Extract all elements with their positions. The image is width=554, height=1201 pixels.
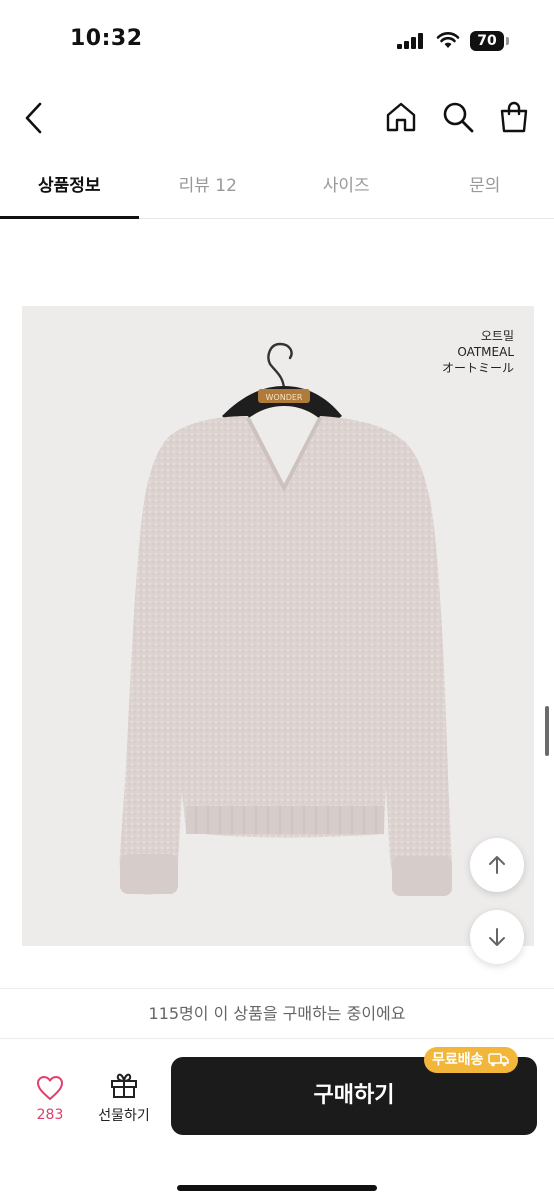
search-icon[interactable] — [441, 100, 475, 134]
gift-button[interactable]: 선물하기 — [90, 1071, 158, 1125]
tab-inquiry[interactable]: 문의 — [416, 162, 554, 218]
free-shipping-label: 무료배송 — [432, 1047, 484, 1073]
home-indicator — [177, 1185, 377, 1191]
back-icon[interactable] — [22, 100, 46, 136]
color-name-ko: 오트밀 — [442, 328, 514, 344]
gift-label: 선물하기 — [90, 1105, 158, 1125]
like-count: 283 — [22, 1107, 78, 1123]
product-image: WONDER 오트밀 OATMEAL オートミール — [22, 306, 534, 946]
buyers-notice: 115명이 이 상품을 구매하는 중이에요 — [0, 988, 554, 1039]
scrollbar[interactable] — [545, 706, 549, 756]
sweater-illustration: WONDER — [22, 306, 534, 946]
battery-indicator: 70 — [470, 31, 504, 51]
like-button[interactable]: 283 — [22, 1075, 78, 1123]
free-shipping-badge: 무료배송 — [424, 1047, 518, 1073]
top-nav — [0, 88, 554, 150]
color-label: 오트밀 OATMEAL オートミール — [442, 328, 514, 376]
arrow-down-icon — [486, 926, 508, 948]
tab-size[interactable]: 사이즈 — [277, 162, 416, 218]
status-bar: 10:32 70 — [0, 0, 554, 80]
product-tabs: 상품정보 리뷰 12 사이즈 문의 — [0, 162, 554, 219]
truck-icon — [488, 1053, 510, 1067]
scroll-bottom-button[interactable] — [470, 910, 524, 964]
color-name-en: OATMEAL — [442, 344, 514, 360]
color-name-jp: オートミール — [442, 360, 514, 376]
gift-icon — [109, 1071, 139, 1099]
wifi-icon — [436, 31, 460, 49]
home-icon[interactable] — [384, 100, 418, 134]
battery-cap — [506, 37, 509, 45]
tab-reviews[interactable]: 리뷰 12 — [139, 162, 278, 218]
hanger-logo-text: WONDER — [266, 393, 303, 402]
bag-icon[interactable] — [498, 100, 530, 134]
scroll-top-button[interactable] — [470, 838, 524, 892]
tab-product-info[interactable]: 상품정보 — [0, 162, 139, 218]
arrow-up-icon — [486, 854, 508, 876]
heart-icon — [36, 1075, 64, 1101]
bottom-action-bar: 283 선물하기 구매하기 무료배송 — [0, 1038, 554, 1201]
status-time: 10:32 — [70, 26, 143, 51]
cellular-signal-icon — [397, 33, 425, 49]
